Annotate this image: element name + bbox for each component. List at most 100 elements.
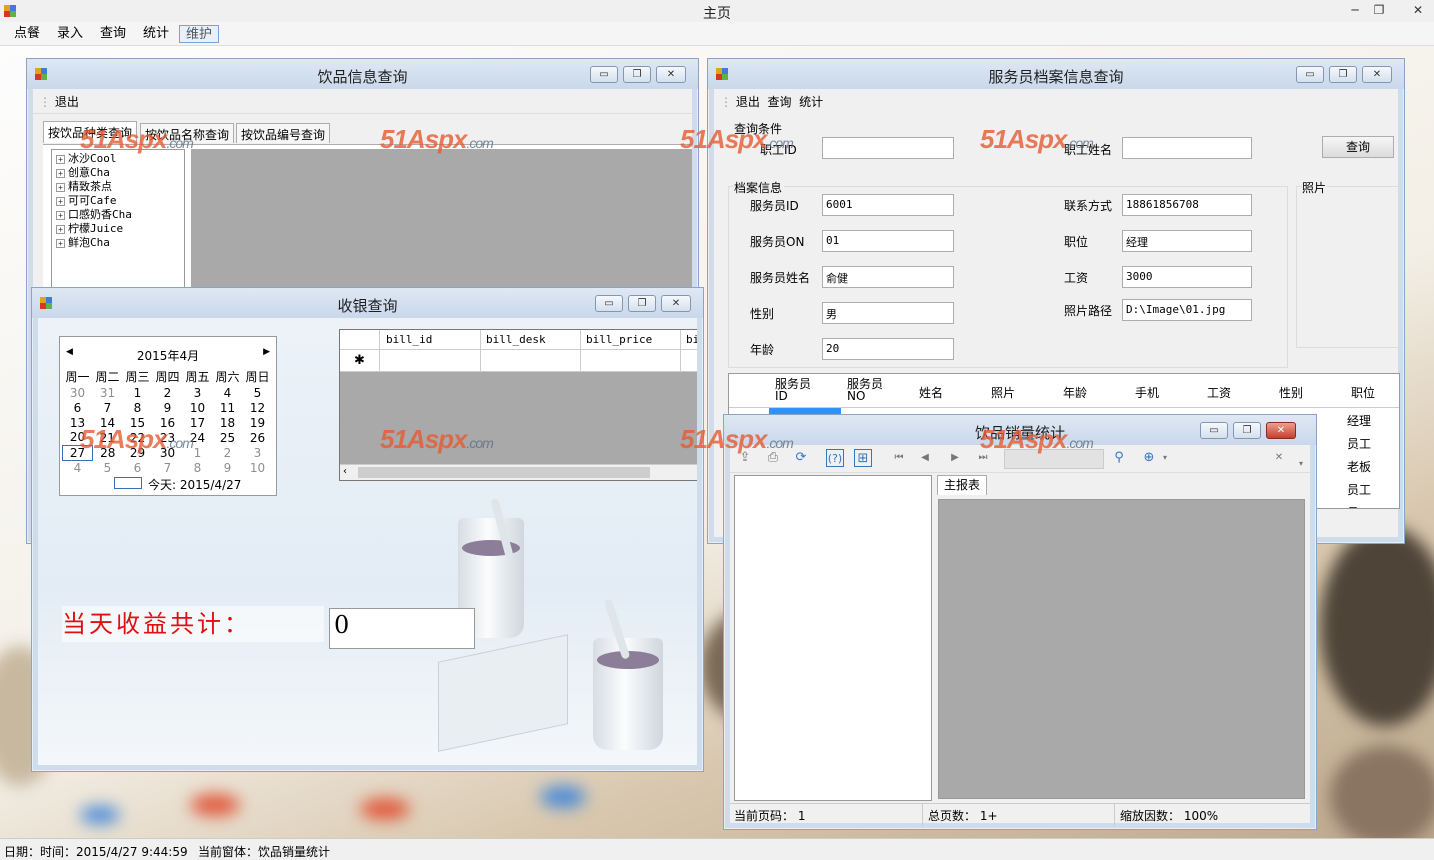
expand-icon[interactable]: + (56, 210, 65, 220)
staff-name-field[interactable]: 俞健 (822, 266, 954, 288)
close-button[interactable]: ✕ (661, 295, 691, 312)
calendar-day[interactable]: 2 (153, 385, 183, 400)
calendar-day[interactable]: 12 (243, 400, 273, 415)
report-viewer[interactable] (938, 499, 1305, 799)
calendar-day[interactable]: 31 (93, 385, 123, 400)
calendar-day[interactable]: 8 (183, 460, 213, 475)
calendar-day[interactable]: 5 (243, 385, 273, 400)
column-header[interactable]: 性别 (1279, 384, 1349, 418)
horizontal-scrollbar[interactable]: ‹ (340, 464, 697, 480)
expand-icon[interactable]: + (56, 154, 65, 164)
drink-results-grid[interactable] (191, 149, 692, 299)
menu-query[interactable]: 查询 (94, 25, 132, 43)
scrollbar-thumb[interactable] (358, 467, 650, 478)
zoom-dropdown-arrow-icon[interactable]: ▾ (1156, 449, 1174, 467)
exit-menu-item[interactable]: 退出 (736, 95, 760, 109)
staff-age-field[interactable]: 20 (822, 338, 954, 360)
calendar-day[interactable]: 5 (93, 460, 123, 475)
staff-post-field[interactable]: 经理 (1122, 230, 1252, 252)
query-name-field[interactable] (1122, 137, 1252, 159)
calendar-day[interactable]: 11 (213, 400, 243, 415)
tree-node[interactable]: + 柠檬Juice (56, 222, 180, 236)
month-calendar[interactable]: ◀ 2015年4月 ▶ 周一 周二 周三 周四 周五 周六 周日 30 31 1 2 3 4 5 678… (59, 336, 277, 496)
tree-node[interactable]: + 口感奶香Cha (56, 208, 180, 222)
calendar-day[interactable]: 18 (213, 415, 243, 430)
staff-photo-path-field[interactable]: D:\Image\01.jpg (1122, 299, 1252, 321)
grid-cell-post[interactable]: 员工 (1347, 481, 1371, 498)
tab-main-report[interactable]: 主报表 (937, 475, 987, 495)
minimize-button[interactable]: ▭ (1296, 66, 1324, 83)
column-header[interactable]: 照片 (991, 384, 1061, 418)
menu-entry[interactable]: 录入 (51, 25, 89, 43)
column-header[interactable]: bill_id (386, 333, 432, 346)
close-button[interactable]: ✕ (1362, 66, 1392, 83)
bill-grid[interactable]: bill_id bill_desk bill_price bi ✱ ‹ (339, 329, 697, 481)
expand-icon[interactable]: + (56, 182, 65, 192)
tree-node[interactable]: + 可可Cafe (56, 194, 180, 208)
restore-button[interactable]: ❐ (623, 66, 651, 83)
staff-sex-field[interactable]: 男 (822, 302, 954, 324)
calendar-day[interactable]: 1 (123, 385, 153, 400)
column-header[interactable]: 姓名 (919, 384, 989, 418)
calendar-day[interactable]: 3 (183, 385, 213, 400)
column-header[interactable]: 手机 (1135, 384, 1205, 418)
staff-id-field[interactable]: 6001 (822, 194, 954, 216)
minimize-button[interactable]: ▭ (1200, 422, 1228, 439)
tree-node[interactable]: + 鲜泡Cha (56, 236, 180, 250)
minimize-button[interactable]: ▭ (590, 66, 618, 83)
menu-maintain[interactable]: 维护 (179, 25, 220, 43)
column-header[interactable]: bi (686, 333, 697, 346)
column-header[interactable]: 服务员 ID (775, 378, 845, 412)
close-button[interactable]: ✕ (1266, 422, 1296, 439)
menu-order[interactable]: 点餐 (8, 25, 46, 43)
staff-salary-field[interactable]: 3000 (1122, 266, 1252, 288)
column-header[interactable]: bill_desk (486, 333, 546, 346)
staff-no-field[interactable]: 01 (822, 230, 954, 252)
close-button[interactable]: ✕ (1403, 2, 1433, 19)
calendar-day[interactable]: 4 (213, 385, 243, 400)
calendar-day[interactable]: 10 (183, 400, 213, 415)
scroll-left-arrow-icon[interactable]: ‹ (343, 466, 347, 477)
new-row[interactable]: ✱ (340, 350, 697, 372)
calendar-day[interactable]: 19 (243, 415, 273, 430)
help-icon[interactable]: (?) (826, 449, 844, 467)
staff-phone-field[interactable]: 18861856708 (1122, 194, 1252, 216)
income-field[interactable]: 0 (329, 608, 475, 649)
query-button[interactable]: 查询 (1322, 136, 1394, 158)
expand-icon[interactable]: + (56, 168, 65, 178)
expand-icon[interactable]: + (56, 238, 65, 248)
column-header[interactable]: bill_price (586, 333, 652, 346)
next-month-arrow-icon[interactable]: ▶ (263, 347, 270, 357)
restore-button[interactable]: ❐ (1233, 422, 1261, 439)
close-button[interactable]: ✕ (656, 66, 686, 83)
calendar-day[interactable]: 9 (213, 460, 243, 475)
calendar-today-link[interactable]: 今天: 2015/4/27 (148, 476, 241, 493)
query-id-field[interactable] (822, 137, 954, 159)
restore-button[interactable]: ❐ (1364, 2, 1394, 19)
calendar-day[interactable]: 2 (213, 445, 243, 460)
calendar-day[interactable]: 26 (243, 430, 273, 445)
minimize-button[interactable]: ▭ (595, 295, 623, 312)
calendar-day[interactable]: 3 (243, 445, 273, 460)
find-icon[interactable]: ⚲ (1110, 449, 1128, 467)
calendar-day[interactable]: 9 (153, 400, 183, 415)
stats-menu-item[interactable]: 统计 (799, 95, 823, 109)
prev-page-icon[interactable]: ◀ (916, 449, 934, 467)
calendar-day[interactable]: 4 (63, 460, 93, 475)
calendar-day[interactable]: 30 (63, 385, 93, 400)
calendar-day[interactable]: 8 (123, 400, 153, 415)
calendar-month-label[interactable]: 2015年4月 (60, 347, 276, 364)
grid-cell-post[interactable]: 员工 (1347, 504, 1371, 508)
menu-stats[interactable]: 统计 (137, 25, 175, 43)
first-page-icon[interactable]: ⏮ (890, 449, 908, 467)
tree-node[interactable]: + 精致茶点 (56, 180, 180, 194)
calendar-day[interactable]: 7 (93, 400, 123, 415)
column-header[interactable]: 年龄 (1063, 384, 1133, 418)
restore-button[interactable]: ❐ (1329, 66, 1357, 83)
grid-cell-post[interactable]: 经理 (1347, 412, 1371, 429)
grid-cell-post[interactable]: 员工 (1347, 435, 1371, 452)
group-tree-icon[interactable]: ⊞ (854, 449, 872, 467)
grid-cell-post[interactable]: 老板 (1347, 458, 1371, 475)
tab-by-number[interactable]: 按饮品编号查询 (236, 123, 331, 143)
close-report-icon[interactable]: ✕ (1270, 449, 1288, 467)
